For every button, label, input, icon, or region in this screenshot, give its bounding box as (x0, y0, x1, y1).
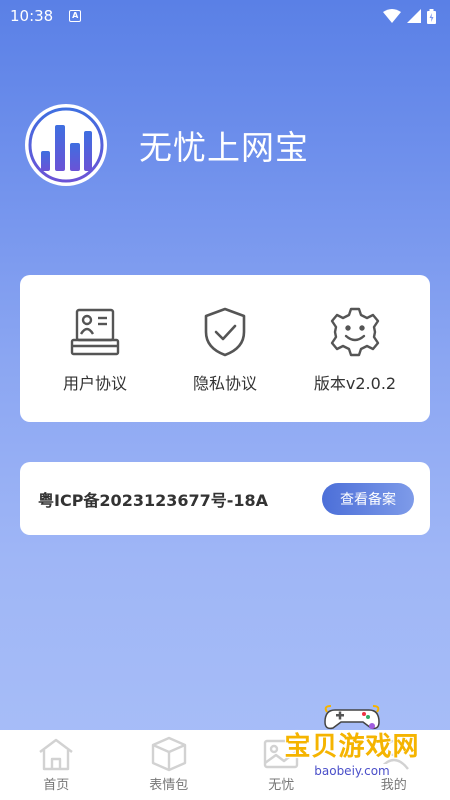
app-header: 无忧上网宝 (25, 104, 309, 186)
tab-home-label: 首页 (43, 778, 70, 793)
shield-check-icon (200, 304, 250, 360)
icp-card: 粤ICP备2023123677号-18A 查看备案 (20, 462, 430, 535)
links-card: 用户协议 隐私协议 版本v2.0.2 (20, 275, 430, 422)
user-agreement-link[interactable]: 用户协议 (35, 304, 155, 394)
view-record-button[interactable]: 查看备案 (322, 482, 414, 515)
box-icon (150, 736, 188, 772)
tab-stickers[interactable]: 表情包 (119, 736, 219, 793)
version-link[interactable]: 版本v2.0.2 (295, 304, 415, 394)
wifi-icon (383, 9, 401, 23)
bar-chart-logo-icon (28, 107, 104, 183)
status-time: 10:38 (10, 7, 54, 25)
status-bar: 10:38 A (0, 0, 450, 32)
tab-stickers-label: 表情包 (149, 778, 189, 793)
watermark-text: 宝贝游戏网 (284, 732, 420, 762)
status-left: 10:38 A (10, 7, 82, 25)
app-logo (25, 104, 107, 186)
privacy-policy-link[interactable]: 隐私协议 (165, 304, 285, 394)
home-icon (37, 736, 75, 772)
id-card-icon (69, 304, 121, 360)
watermark-url: baobeiy.com (310, 764, 394, 778)
signal-icon (407, 9, 421, 23)
user-agreement-label: 用户协议 (62, 373, 127, 393)
notification-a-icon: A (69, 10, 82, 22)
gamepad-icon (324, 705, 380, 730)
privacy-policy-label: 隐私协议 (192, 373, 257, 393)
version-label: 版本v2.0.2 (313, 373, 397, 393)
status-right (383, 8, 436, 24)
icp-number: 粤ICP备2023123677号-18A (38, 490, 269, 510)
watermark: 宝贝游戏网 baobeiy.com (272, 702, 432, 794)
tab-home[interactable]: 首页 (6, 736, 106, 793)
app-title: 无忧上网宝 (139, 128, 309, 167)
gear-smile-icon (329, 304, 381, 360)
battery-icon (427, 8, 436, 24)
